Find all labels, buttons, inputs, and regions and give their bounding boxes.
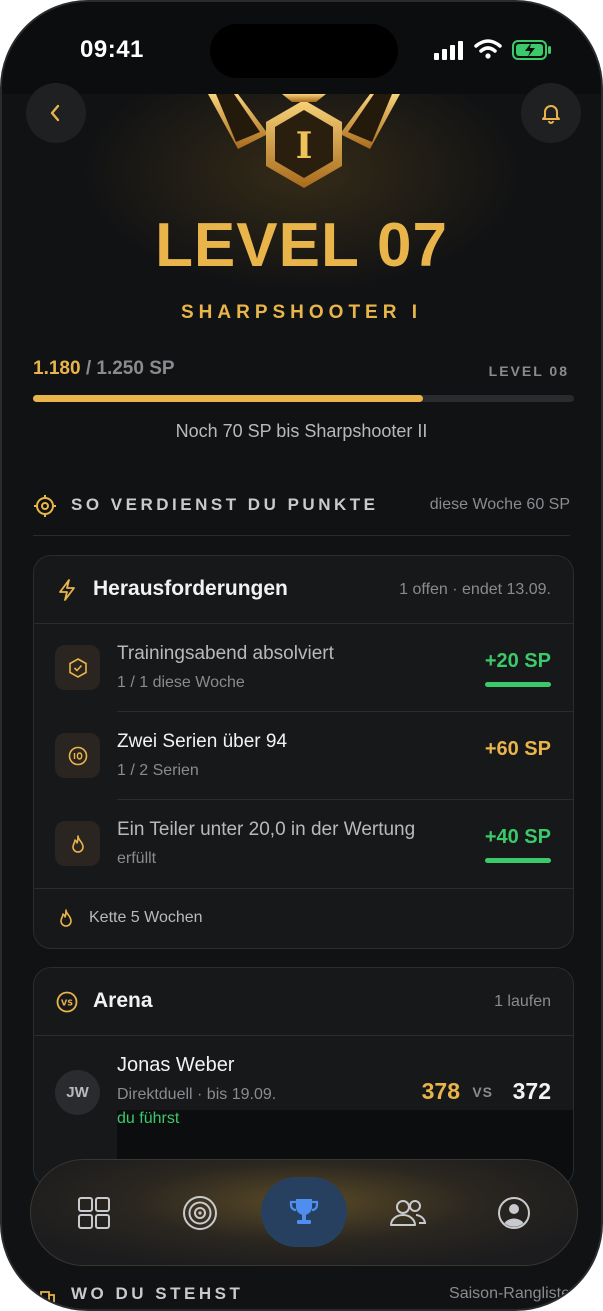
tab-target[interactable] xyxy=(167,1180,233,1246)
target-ten-icon xyxy=(68,746,87,765)
challenges-card: Herausforderungen 1 offen · endet 13.09.… xyxy=(33,555,574,949)
crosshair-icon xyxy=(34,495,56,517)
status-time: 09:41 xyxy=(80,36,144,63)
battery-icon xyxy=(512,40,551,60)
earn-section-meta: diese Woche 60 SP xyxy=(429,496,570,513)
arena-meta: 1 laufen xyxy=(494,993,551,1010)
standing-section-header: WO DU STEHST Saison-Rangliste xyxy=(33,1281,570,1309)
avatar: JW xyxy=(55,1070,100,1115)
streak-text: Kette 5 Wochen xyxy=(89,909,203,926)
my-score: 378 xyxy=(421,1078,460,1104)
tab-bar xyxy=(30,1159,578,1266)
level-title: LEVEL 07 xyxy=(155,211,448,280)
challenge-progress: 1 / 2 Serien xyxy=(117,762,199,779)
challenge-points: +60 SP xyxy=(484,738,551,760)
challenge-item[interactable]: Ein Teiler unter 20,0 in der Wertung erf… xyxy=(34,800,573,888)
challenge-points: +20 SP xyxy=(484,650,551,672)
sp-current: 1.180 xyxy=(33,358,81,379)
sp-max: 1.250 SP xyxy=(96,358,175,379)
tab-dashboard[interactable] xyxy=(61,1180,127,1246)
check-badge-icon xyxy=(68,657,87,678)
profile-icon xyxy=(498,1197,530,1229)
arena-card: VS Arena 1 laufen JW Jonas Weber Direktd… xyxy=(33,967,574,1187)
dashboard-icon xyxy=(78,1197,110,1229)
rank-badge: I xyxy=(208,94,400,188)
lightning-icon xyxy=(59,579,75,601)
opponent-score: 372 xyxy=(512,1078,551,1104)
signal-icon xyxy=(434,40,466,60)
podium-icon xyxy=(35,1291,55,1304)
challenges-header[interactable]: Herausforderungen 1 offen · endet 13.09. xyxy=(34,556,573,624)
svg-text:VS: VS xyxy=(61,999,73,1008)
phone-screen: I 09:41 LEVEL 07 SHARPSHOOTER I 1.180 / … xyxy=(0,0,603,1311)
challenges-title: Herausforderungen xyxy=(93,577,288,600)
trophy-icon xyxy=(289,1199,319,1224)
next-level-label: LEVEL 08 xyxy=(488,363,569,379)
challenge-name: Zwei Serien über 94 xyxy=(117,731,288,752)
progress-note: Noch 70 SP bis Sharpshooter II xyxy=(175,421,428,441)
challenge-item[interactable]: Zwei Serien über 94 1 / 2 Serien +60 SP xyxy=(34,712,573,800)
challenge-name: Ein Teiler unter 20,0 in der Wertung xyxy=(117,819,416,840)
versus-label: VS xyxy=(472,1084,493,1100)
section-divider xyxy=(33,535,570,536)
dynamic-island xyxy=(210,24,398,78)
bell-icon xyxy=(542,105,560,124)
challenge-complete-bar xyxy=(485,858,551,863)
duel-details: Direktduell · bis 19.09. xyxy=(117,1086,277,1103)
tab-trophy[interactable] xyxy=(261,1177,347,1247)
chevron-left-icon xyxy=(50,104,60,122)
sp-progress-text: 1.180 / 1.250 SP xyxy=(33,358,175,380)
target-icon xyxy=(183,1196,217,1230)
notifications-button[interactable] xyxy=(521,83,581,143)
versus-icon: VS xyxy=(56,991,78,1013)
rank-name: SHARPSHOOTER I xyxy=(180,302,423,323)
wifi-icon xyxy=(474,39,502,59)
people-icon xyxy=(390,1200,427,1226)
tab-community[interactable] xyxy=(375,1180,441,1246)
sp-separator: / xyxy=(80,358,97,379)
level-progress-bar xyxy=(33,395,574,402)
challenge-icon-box xyxy=(55,645,100,690)
challenge-points: +40 SP xyxy=(484,826,551,848)
earn-section-label: SO VERDIENST DU PUNKTE xyxy=(71,495,379,514)
arena-title: Arena xyxy=(93,989,153,1012)
standing-section-label: WO DU STEHST xyxy=(71,1284,244,1303)
earn-section-header: SO VERDIENST DU PUNKTE diese Woche 60 SP xyxy=(33,492,570,522)
flame-icon xyxy=(71,834,84,853)
badge-numeral: I xyxy=(296,125,313,167)
standing-section-meta: Saison-Rangliste xyxy=(449,1285,570,1302)
challenge-progress: erfüllt xyxy=(117,850,157,867)
challenge-progress: 1 / 1 diese Woche xyxy=(117,674,245,691)
duel-item[interactable]: JW Jonas Weber Direktduell · bis 19.09. … xyxy=(34,1036,573,1186)
status-bar: 09:41 xyxy=(2,2,601,94)
flame-icon xyxy=(60,909,72,927)
back-button[interactable] xyxy=(26,83,86,143)
arena-header[interactable]: VS Arena 1 laufen xyxy=(34,968,573,1036)
challenge-item[interactable]: Trainingsabend absolviert 1 / 1 diese Wo… xyxy=(34,624,573,712)
level-progress-fill xyxy=(33,395,423,402)
tab-profile[interactable] xyxy=(481,1180,547,1246)
challenge-icon-box xyxy=(55,733,100,778)
challenge-complete-bar xyxy=(485,682,551,687)
challenges-meta: 1 offen · endet 13.09. xyxy=(399,581,551,598)
challenge-name: Trainingsabend absolviert xyxy=(117,643,334,664)
opponent-name: Jonas Weber xyxy=(117,1054,235,1076)
streak-row: Kette 5 Wochen xyxy=(34,888,573,948)
challenge-icon-box xyxy=(55,821,100,866)
